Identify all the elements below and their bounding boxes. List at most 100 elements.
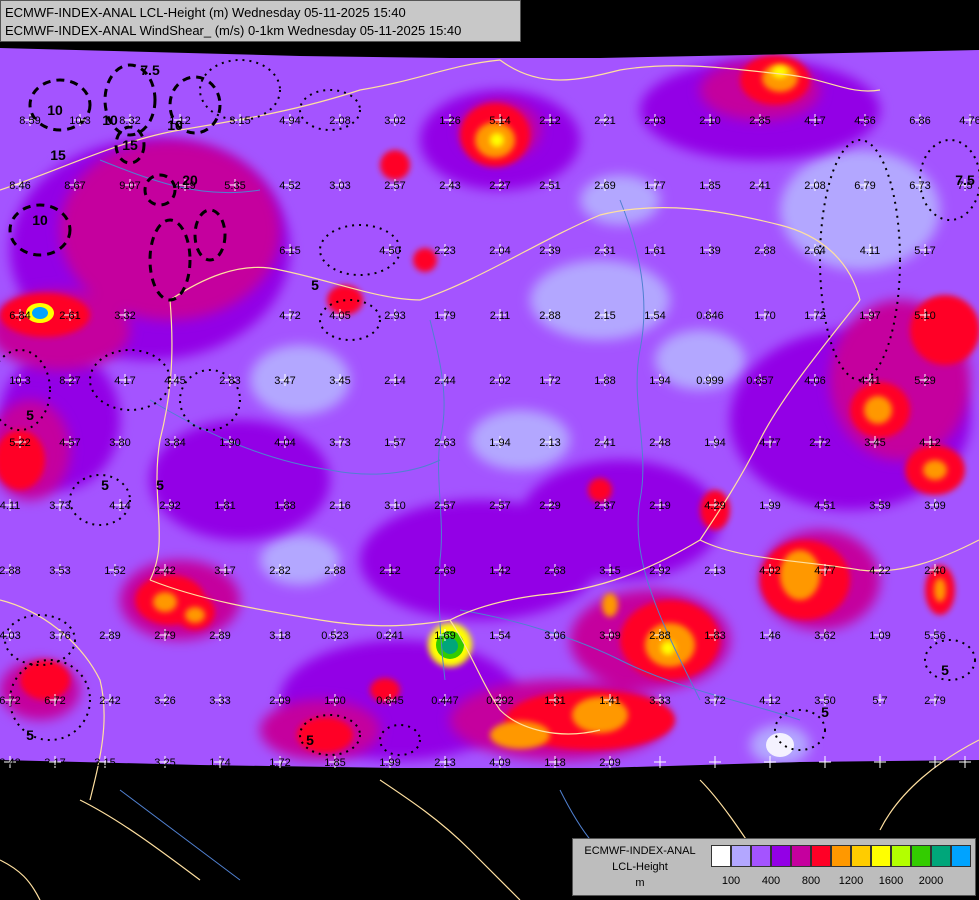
station-value: 3.84 bbox=[164, 437, 185, 449]
station-value: 2.02 bbox=[489, 375, 510, 387]
station-value: 2.85 bbox=[749, 115, 770, 127]
station-value: 2.57 bbox=[489, 500, 510, 512]
legend-swatch bbox=[851, 845, 871, 867]
station-value: 2.13 bbox=[704, 565, 725, 577]
station-value: 3.32 bbox=[114, 310, 135, 322]
legend-swatch bbox=[771, 845, 791, 867]
station-value: 2.08 bbox=[329, 115, 350, 127]
legend-swatch bbox=[831, 845, 851, 867]
map-title-box: ECMWF-INDEX-ANAL LCL-Height (m) Wednesda… bbox=[0, 0, 521, 42]
station-value: 1.09 bbox=[869, 630, 890, 642]
station-value: 8.67 bbox=[64, 180, 85, 192]
contour-label: 5 bbox=[26, 407, 34, 423]
station-value: 4.11 bbox=[0, 500, 20, 512]
legend-swatch bbox=[931, 845, 951, 867]
station-value: 1.85 bbox=[324, 757, 345, 769]
station-value: 2.23 bbox=[434, 245, 455, 257]
station-value: 4.76 bbox=[959, 115, 979, 127]
station-value: 4.05 bbox=[329, 310, 350, 322]
station-value: 4.56 bbox=[854, 115, 875, 127]
station-value: 0.292 bbox=[486, 695, 514, 707]
station-value: 2.64 bbox=[804, 245, 825, 257]
station-value: 6.84 bbox=[9, 310, 30, 322]
station-value: 4.50 bbox=[379, 245, 400, 257]
contour-label: 10 bbox=[167, 117, 183, 133]
station-value: 2.11 bbox=[490, 310, 511, 322]
station-value: 3.62 bbox=[814, 630, 835, 642]
station-value: 6.72 bbox=[44, 695, 65, 707]
legend-parameter: LCL-Height bbox=[612, 861, 668, 873]
station-value: 5.22 bbox=[9, 437, 30, 449]
station-value: 2.93 bbox=[384, 310, 405, 322]
station-value: 4.06 bbox=[804, 375, 825, 387]
station-value: 2.29 bbox=[539, 500, 560, 512]
legend-label: ECMWF-INDEX-ANAL LCL-Height m bbox=[575, 843, 705, 891]
station-value: 2.41 bbox=[594, 437, 615, 449]
station-value: 2.82 bbox=[269, 565, 290, 577]
station-value: 5.14 bbox=[489, 115, 510, 127]
contour-label: 5 bbox=[306, 732, 314, 748]
station-value: 3.76 bbox=[49, 630, 70, 642]
station-value: 4.72 bbox=[279, 310, 300, 322]
station-value: 4.09 bbox=[489, 757, 510, 769]
station-value: 2.15 bbox=[594, 310, 615, 322]
station-value: 0.846 bbox=[696, 310, 724, 322]
station-value: 4.51 bbox=[814, 500, 835, 512]
station-value: 3.03 bbox=[329, 180, 350, 192]
station-value: 10.3 bbox=[9, 375, 30, 387]
station-value: 1.94 bbox=[649, 375, 670, 387]
station-value: 5.10 bbox=[914, 310, 935, 322]
station-value: 0.523 bbox=[321, 630, 349, 642]
station-value: 1.94 bbox=[489, 437, 510, 449]
station-value: 1.72 bbox=[269, 757, 290, 769]
station-value: 4.02 bbox=[759, 565, 780, 577]
station-value: 3.47 bbox=[274, 375, 295, 387]
station-value: 4.17 bbox=[114, 375, 135, 387]
station-value: 2.61 bbox=[59, 310, 80, 322]
station-value: 0.845 bbox=[376, 695, 404, 707]
legend-model: ECMWF-INDEX-ANAL bbox=[584, 845, 696, 857]
contour-label: 10 bbox=[32, 212, 48, 228]
station-value: 2.68 bbox=[544, 565, 565, 577]
station-value: 2.88 bbox=[649, 630, 670, 642]
station-value: 2.88 bbox=[324, 565, 345, 577]
station-value: 1.94 bbox=[704, 437, 725, 449]
station-value: 1.42 bbox=[489, 565, 510, 577]
station-value: 1.99 bbox=[379, 757, 400, 769]
station-value: 0.857 bbox=[746, 375, 774, 387]
station-value: 2.41 bbox=[749, 180, 770, 192]
station-value: 4.04 bbox=[274, 437, 295, 449]
legend-swatch bbox=[891, 845, 911, 867]
station-value: 2.08 bbox=[804, 180, 825, 192]
station-value: 1.77 bbox=[644, 180, 665, 192]
station-value: 4.77 bbox=[759, 437, 780, 449]
station-value: 3.18 bbox=[269, 630, 290, 642]
station-value: 2.12 bbox=[539, 115, 560, 127]
station-value: 2.14 bbox=[384, 375, 405, 387]
station-value: 3.72 bbox=[704, 695, 725, 707]
legend-swatch bbox=[731, 845, 751, 867]
map-title-windshear: ECMWF-INDEX-ANAL WindShear_ (m/s) 0-1km … bbox=[5, 23, 462, 38]
legend-swatch bbox=[751, 845, 771, 867]
station-value: 0.447 bbox=[431, 695, 459, 707]
station-value: 1.41 bbox=[599, 695, 620, 707]
station-value: 1.52 bbox=[104, 565, 125, 577]
station-value: 1.46 bbox=[759, 630, 780, 642]
station-value: 2.21 bbox=[594, 115, 615, 127]
station-value: 8.46 bbox=[9, 180, 30, 192]
station-value: 4.29 bbox=[704, 500, 725, 512]
station-value: 2.43 bbox=[439, 180, 460, 192]
station-value: 3.15 bbox=[229, 115, 250, 127]
lcl-field bbox=[0, 48, 979, 768]
station-value: 4.41 bbox=[859, 375, 880, 387]
station-value: 1.83 bbox=[704, 630, 725, 642]
color-legend: ECMWF-INDEX-ANAL LCL-Height m 100 400 800 1… bbox=[572, 838, 976, 896]
contour-label: 15 bbox=[122, 137, 138, 153]
station-value: 5.35 bbox=[224, 180, 245, 192]
station-value: 4.12 bbox=[759, 695, 780, 707]
station-value: 2.40 bbox=[924, 565, 945, 577]
legend-swatch bbox=[791, 845, 811, 867]
station-value: 4.22 bbox=[869, 565, 890, 577]
station-value: 1.39 bbox=[699, 245, 720, 257]
station-value: 3.59 bbox=[869, 500, 890, 512]
